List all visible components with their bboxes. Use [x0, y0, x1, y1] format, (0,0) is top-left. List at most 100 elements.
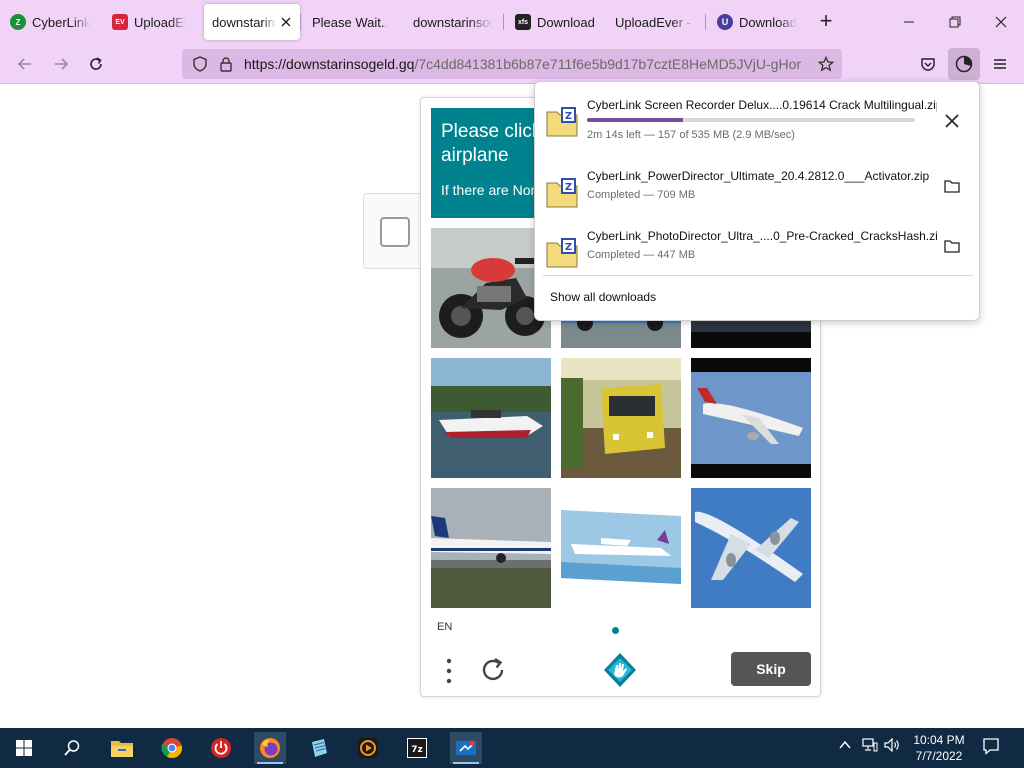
firefox-icon: [260, 738, 280, 758]
airplane-image: [431, 488, 551, 608]
download-item[interactable]: Z CyberLink_PhotoDirector_Ultra_....0_Pr…: [535, 229, 981, 289]
7zip-icon: 7z: [407, 738, 427, 758]
restore-button[interactable]: [932, 0, 978, 44]
tab-close-icon[interactable]: [280, 16, 292, 28]
train-image: [561, 358, 681, 478]
tab-cyberlink[interactable]: Z CyberLink: [2, 4, 98, 40]
tab-download-xfs[interactable]: xfs Download: [507, 4, 603, 40]
more-options-icon[interactable]: [441, 656, 457, 686]
tracking-shield-icon[interactable]: [192, 56, 208, 72]
url-bar[interactable]: https://downstarinsogeld.gq/7c4dd841381b…: [182, 49, 842, 79]
network-tray-button[interactable]: [862, 738, 878, 755]
captcha-tile-airplane-1[interactable]: [691, 358, 811, 478]
show-in-folder-button[interactable]: [941, 235, 963, 257]
chevron-up-icon: [839, 740, 851, 749]
back-button[interactable]: [10, 49, 40, 79]
lock-icon[interactable]: [218, 56, 234, 72]
pocket-button[interactable]: [913, 49, 943, 79]
reload-icon: [90, 57, 102, 70]
forward-button[interactable]: [46, 49, 76, 79]
tab-strip: Z CyberLink EV UploadEv downstarins Plea…: [0, 0, 1024, 44]
cyberlink-z-icon: Z: [10, 14, 26, 30]
arrow-left-icon: [17, 58, 31, 70]
refresh-challenge-icon[interactable]: [479, 656, 507, 684]
download-status: Completed — 447 MB: [587, 249, 696, 261]
speaker-icon: [884, 737, 899, 753]
url-domain: https://downstarinsogeld.gq: [244, 56, 415, 72]
zip-file-icon: Z: [546, 238, 578, 268]
close-icon: [995, 16, 1007, 28]
system-clock[interactable]: 10:04 PM 7/7/2022: [904, 732, 974, 764]
download-item[interactable]: Z CyberLink_PowerDirector_Ultimate_20.4.…: [535, 169, 981, 229]
download-filename: CyberLink_PowerDirector_Ultimate_20.4.28…: [587, 169, 930, 183]
page-indicator-dot: [612, 627, 619, 634]
tab-downstarinsog[interactable]: downstarinsog: [405, 4, 501, 40]
svg-text:Z: Z: [565, 242, 572, 253]
taskbar-file-explorer[interactable]: [106, 732, 138, 764]
show-hidden-icons-button[interactable]: [838, 738, 852, 755]
notification-icon: [983, 738, 999, 755]
notifications-button[interactable]: [982, 737, 1000, 758]
taskbar-chrome[interactable]: [156, 732, 188, 764]
svg-text:7z: 7z: [411, 745, 423, 755]
file-explorer-icon: [111, 741, 133, 757]
taskbar-7zip[interactable]: 7z: [401, 732, 433, 764]
download-filename: CyberLink_PhotoDirector_Ultra_....0_Pre-…: [587, 229, 937, 243]
folder-icon: [944, 180, 960, 193]
cancel-download-button[interactable]: [941, 110, 963, 132]
tab-please-wait[interactable]: Please Wait... |: [304, 4, 394, 40]
clock-time: 10:04 PM: [913, 733, 965, 747]
downloads-divider: [543, 275, 973, 276]
captcha-tile-seaplane[interactable]: [561, 488, 681, 608]
app-menu-button[interactable]: [985, 49, 1015, 79]
start-button[interactable]: [8, 732, 40, 764]
captcha-checkbox[interactable]: [380, 217, 410, 247]
downloads-button[interactable]: [948, 48, 980, 80]
captcha-tile-motorcycle[interactable]: [431, 228, 551, 348]
search-button[interactable]: [56, 732, 88, 764]
captcha-tile-airplane-3[interactable]: [691, 488, 811, 608]
taskbar-firefox[interactable]: [254, 732, 286, 764]
tab-label: UploadEver - F: [615, 14, 695, 30]
tab-label: downstarinsog: [413, 14, 493, 30]
folder-icon: [944, 240, 960, 253]
language-selector[interactable]: EN: [437, 621, 452, 633]
uploadever-icon: EV: [112, 14, 128, 30]
new-tab-button[interactable]: +: [814, 10, 838, 34]
tab-uploadever-1[interactable]: EV UploadEv: [104, 4, 194, 40]
show-all-downloads-link[interactable]: Show all downloads: [550, 290, 656, 304]
zip-file-icon: Z: [546, 178, 578, 208]
tab-label: Download: [537, 14, 595, 30]
minimize-button[interactable]: [886, 0, 932, 44]
seaplane-image: [561, 488, 681, 608]
url-path: /7c4dd841381b6b87e711f6e5b9d17b7cztE8HeM…: [414, 56, 802, 72]
tab-label: downstarins: [212, 14, 276, 30]
tab-downstarins-active[interactable]: downstarins: [204, 4, 300, 40]
taskbar-notepad[interactable]: [303, 732, 335, 764]
tab-separator: [300, 14, 301, 30]
download-item[interactable]: Z CyberLink Screen Recorder Delux....0.1…: [535, 98, 981, 158]
tab-download-uploadever[interactable]: U Download: [709, 4, 805, 40]
volume-tray-button[interactable]: [884, 737, 900, 755]
captcha-tile-airplane-2[interactable]: [431, 488, 551, 608]
screen-recorder-icon: [456, 740, 476, 755]
url-text[interactable]: https://downstarinsogeld.gq/7c4dd841381b…: [244, 56, 814, 72]
download-status: 2m 14s left — 157 of 535 MB (2.9 MB/sec): [587, 129, 795, 141]
skip-button[interactable]: Skip: [731, 652, 811, 686]
captcha-tile-train[interactable]: [561, 358, 681, 478]
taskbar-media-app[interactable]: [352, 732, 384, 764]
show-in-folder-button[interactable]: [941, 175, 963, 197]
svg-text:Z: Z: [565, 111, 572, 122]
power-app-icon: [211, 738, 231, 758]
close-window-button[interactable]: [978, 0, 1024, 44]
bookmark-star-icon[interactable]: [818, 56, 834, 72]
reload-button[interactable]: [81, 49, 111, 79]
download-status: Completed — 709 MB: [587, 189, 696, 201]
tab-label: CyberLink: [32, 14, 90, 30]
tab-uploadever-2[interactable]: UploadEver - F: [607, 4, 703, 40]
taskbar-power-app[interactable]: [205, 732, 237, 764]
tab-label: UploadEv: [134, 14, 186, 30]
tab-separator: [503, 14, 504, 30]
taskbar-screen-recorder[interactable]: [450, 732, 482, 764]
captcha-tile-speedboat[interactable]: [431, 358, 551, 478]
